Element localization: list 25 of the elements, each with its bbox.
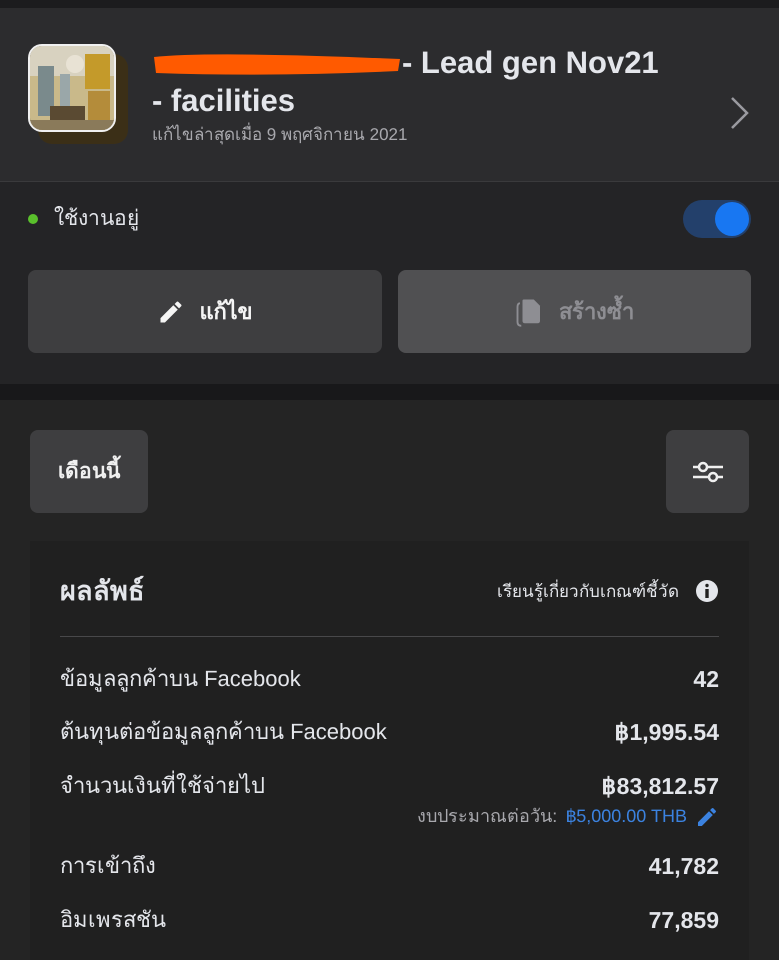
chevron-right-icon[interactable] — [729, 94, 751, 130]
results-heading: ผลลัพธ์ — [60, 574, 144, 608]
status-label: ใช้งานอยู่ — [54, 205, 139, 232]
metric-label: ต้นทุนต่อข้อมูลลูกค้าบน Facebook — [60, 718, 387, 747]
metric-value: 41,782 — [648, 852, 719, 881]
budget-label: งบประมาณต่อวัน: — [417, 805, 558, 828]
metric-label: ข้อมูลลูกค้าบน Facebook — [60, 664, 301, 694]
campaign-title: - Lead gen Nov21 — [402, 44, 659, 82]
campaign-title: - facilities — [152, 82, 295, 120]
metric-label: จำนวนเงินที่ใช้จ่ายไป — [60, 770, 265, 800]
metric-value: 42 — [693, 664, 719, 694]
learn-metrics-link[interactable]: เรียนรู้เกี่ยวกับเกณฑ์ชี้วัด — [497, 578, 679, 604]
date-range-button[interactable]: เดือนนี้ — [30, 430, 148, 513]
last-edited-text: แก้ไขล่าสุดเมื่อ 9 พฤศจิกายน 2021 — [152, 122, 705, 148]
metric-value: ฿1,995.54 — [614, 718, 719, 747]
info-icon[interactable] — [695, 579, 719, 604]
metric-value: 77,859 — [648, 906, 719, 934]
toggle-switch[interactable] — [683, 200, 751, 238]
metric-value: ฿83,812.57 — [602, 772, 719, 800]
metric-label: อิมเพรสชัน — [60, 906, 166, 934]
edit-button[interactable]: แก้ไข — [28, 270, 382, 353]
budget-link[interactable]: ฿5,000.00 THB — [565, 803, 687, 830]
sliders-icon — [692, 460, 724, 484]
filter-button[interactable] — [666, 430, 749, 513]
metric-label: การเข้าถึง — [60, 852, 156, 880]
